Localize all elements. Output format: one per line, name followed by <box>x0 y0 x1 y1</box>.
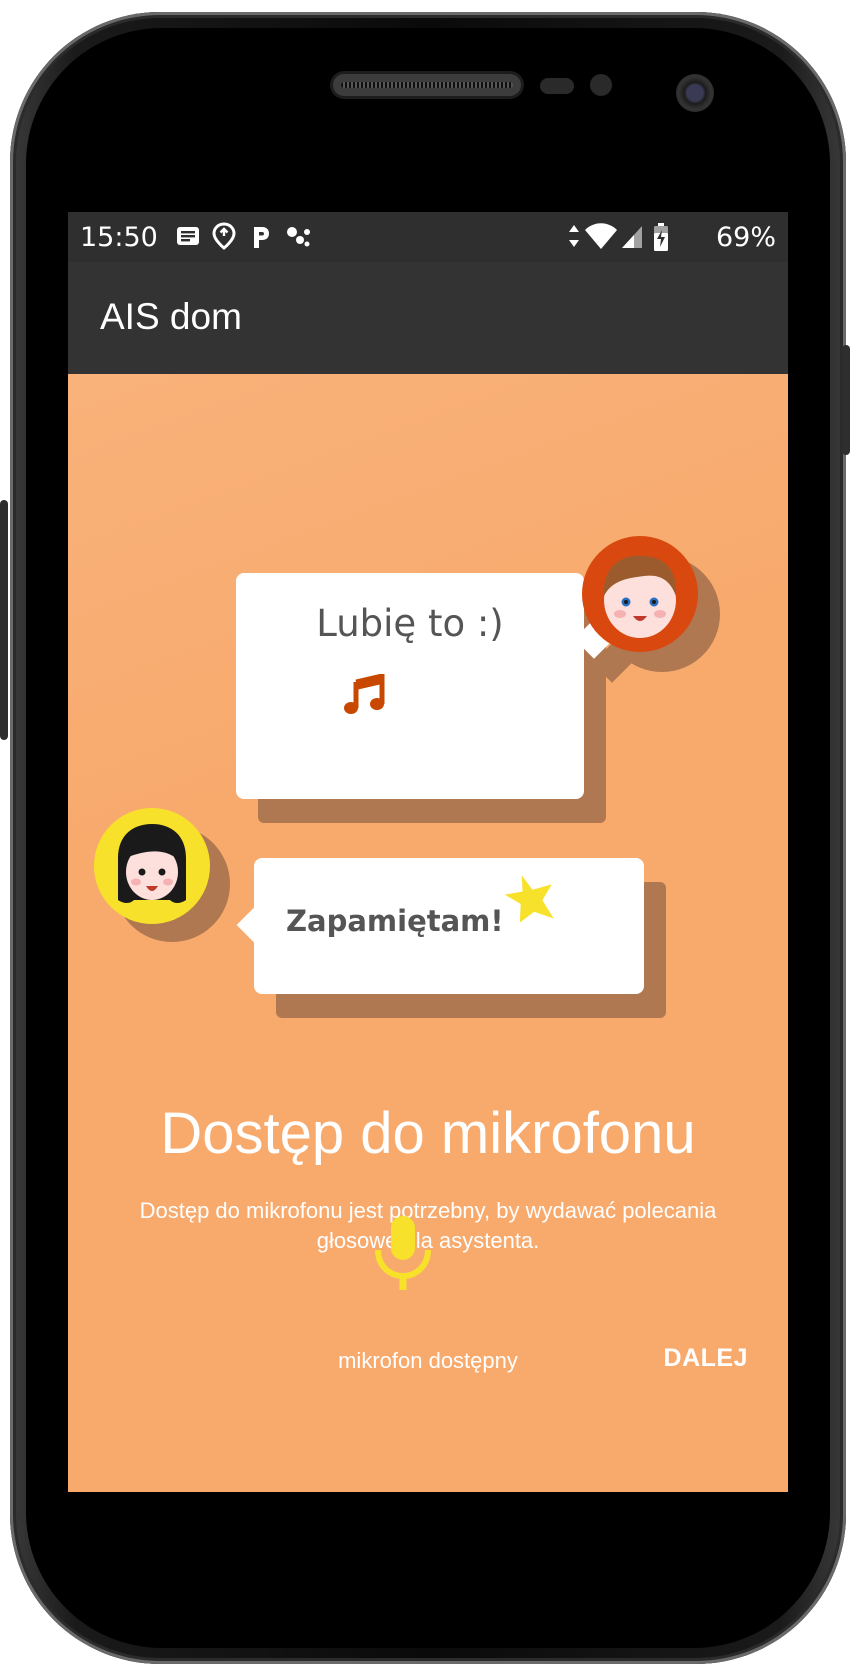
battery-percent: 69% <box>715 222 776 253</box>
power-button <box>842 345 850 455</box>
boy-avatar-icon <box>582 536 698 652</box>
microphone-icon[interactable] <box>374 1214 432 1292</box>
dots-icon <box>287 227 310 247</box>
app-bar: AIS dom <box>68 262 788 374</box>
status-bar: 15:50 69% <box>68 212 788 262</box>
bubble-bottom-text: Zapamiętam! <box>286 904 504 938</box>
earpiece-speaker <box>333 74 521 96</box>
battery-charging-icon <box>654 223 668 251</box>
girl-avatar-icon <box>94 808 210 924</box>
status-time: 15:50 <box>80 222 158 253</box>
next-button[interactable]: DALEJ <box>664 1344 748 1373</box>
volume-button <box>0 500 8 740</box>
p-badge-icon <box>254 227 269 248</box>
data-arrows-icon <box>569 225 579 247</box>
notes-icon <box>177 227 199 245</box>
wifi-icon <box>585 223 617 249</box>
proximity-sensor <box>540 78 574 94</box>
mic-status-label: mikrofon dostępny <box>338 1348 518 1373</box>
light-sensor <box>590 74 612 96</box>
bubble-top-text: Lubię to :) <box>316 602 504 645</box>
navigation-area <box>68 1492 788 1552</box>
screen: 15:50 69% AIS dom Lubię to:) Zapamiętam… <box>68 212 788 1492</box>
app-title: AIS dom <box>100 296 242 337</box>
location-pin-icon <box>212 222 236 250</box>
star-icon <box>504 875 554 923</box>
front-camera <box>676 74 714 112</box>
music-note-icon <box>344 674 385 714</box>
cell-signal-icon <box>622 226 642 248</box>
page-heading: Dostęp do mikrofonu <box>160 1101 696 1166</box>
